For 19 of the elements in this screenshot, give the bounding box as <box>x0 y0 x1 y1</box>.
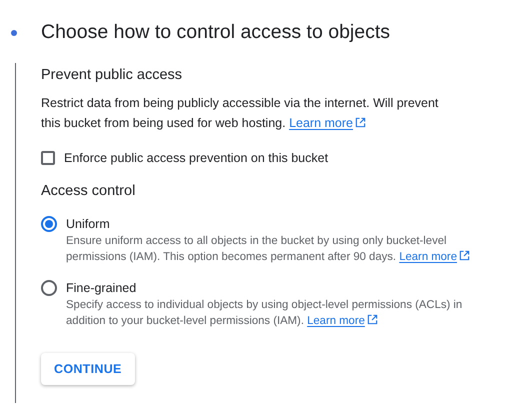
option-description: Specify access to individual objects by using object-level permissions (ACLs) in addition to your bucket-level permissions (IAM). Learn more <box>66 298 464 329</box>
learn-more-link[interactable]: Learn more <box>399 251 457 263</box>
external-link-icon <box>366 314 378 325</box>
radio-label: Fine-grained <box>66 280 138 297</box>
radio-button[interactable] <box>41 216 57 232</box>
option-description: Ensure uniform access to all objects in the bucket by using only bucket-level permissions (IAM). This option becomes permanent after 90 days. Learn more <box>66 233 476 265</box>
radio-button[interactable] <box>41 280 57 296</box>
learn-more-link[interactable]: Learn more <box>307 315 365 327</box>
checkbox-label: Enforce public access prevention on this bucket <box>64 151 328 165</box>
learn-more-link[interactable]: Learn more <box>289 116 353 130</box>
step-title: Choose how to control access to objects <box>41 20 390 45</box>
external-link-icon <box>458 250 470 261</box>
radio-label: Uniform <box>66 216 111 233</box>
continue-button[interactable]: CONTINUE <box>41 353 135 385</box>
section-heading: Access control <box>41 182 136 201</box>
external-link-icon <box>355 117 366 128</box>
section-description: Restrict data from being publicly accessible via the internet. Will prevent this bucket from being used for web hosting. Learn more <box>41 95 440 132</box>
section-heading: Prevent public access <box>41 66 184 85</box>
checkbox[interactable] <box>41 151 55 165</box>
